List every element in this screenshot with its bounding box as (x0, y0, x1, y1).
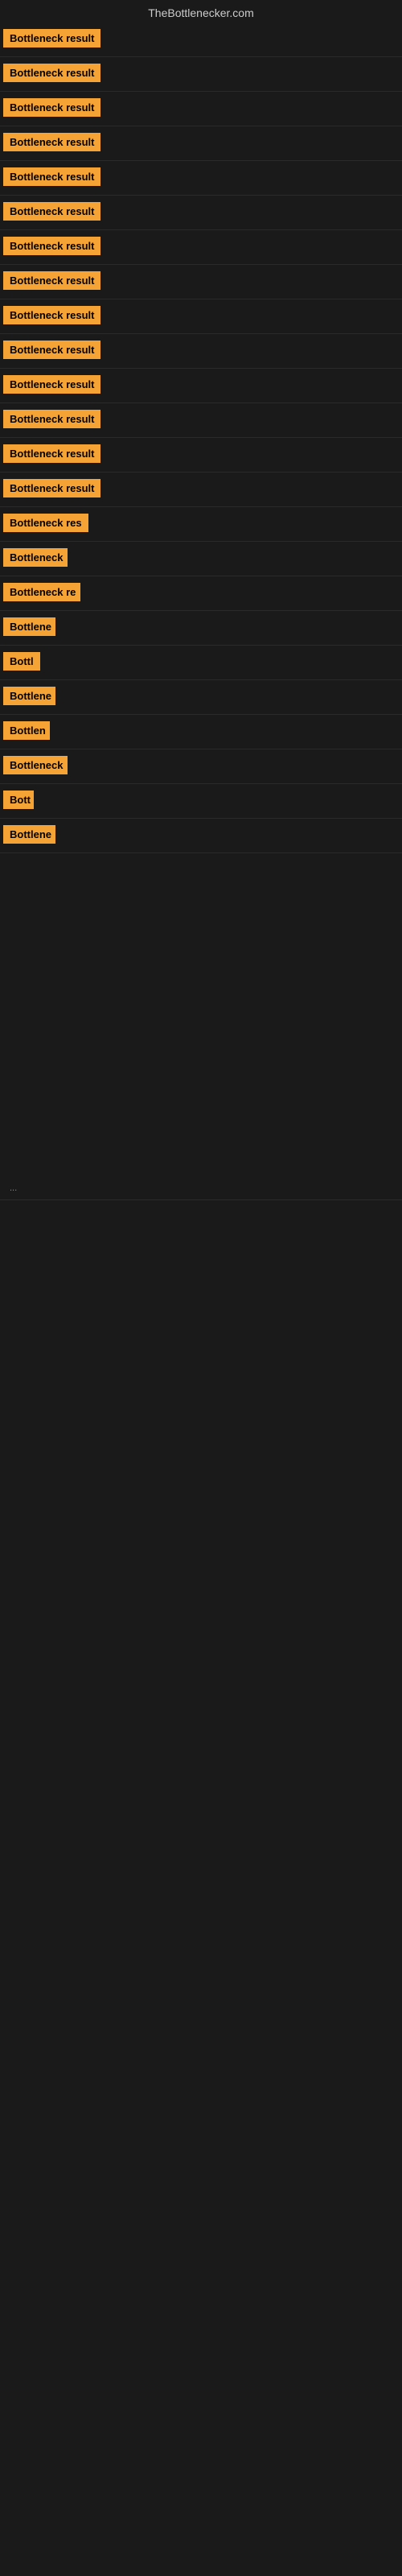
bottleneck-result-badge[interactable]: Bottleneck result (3, 375, 100, 394)
bottleneck-result-badge[interactable]: Bottlene (3, 687, 55, 705)
bottleneck-result-badge[interactable]: Bottlene (3, 617, 55, 636)
bottleneck-result-badge[interactable]: Bottleneck result (3, 444, 100, 463)
list-item: Bottl (0, 646, 402, 680)
list-item: Bottleneck result (0, 161, 402, 196)
list-item: Bottleneck (0, 542, 402, 576)
bottleneck-result-badge[interactable]: Bottleneck (3, 756, 68, 774)
list-item: Bottleneck result (0, 403, 402, 438)
bottleneck-result-badge[interactable]: Bottleneck result (3, 341, 100, 359)
list-item: Bottlene (0, 611, 402, 646)
rows-container: Bottleneck result Bottleneck result Bottle… (0, 23, 402, 853)
bottleneck-result-badge[interactable]: Bottleneck res (3, 514, 88, 532)
bottleneck-result-badge[interactable]: Bottleneck result (3, 271, 100, 290)
list-item: Bottleneck re (0, 576, 402, 611)
list-item: Bottleneck result (0, 299, 402, 334)
bottleneck-result-badge[interactable]: Bottl (3, 652, 40, 671)
list-item: Bottlene (0, 819, 402, 853)
list-item: Bottlen (0, 715, 402, 749)
list-item: Bottleneck result (0, 473, 402, 507)
site-header: TheBottlenecker.com (0, 0, 402, 23)
bottleneck-result-badge[interactable]: Bottleneck result (3, 167, 100, 186)
list-item: Bottleneck result (0, 196, 402, 230)
list-item: Bottleneck result (0, 438, 402, 473)
ellipsis-text: ... (3, 1179, 23, 1198)
list-item: Bott (0, 784, 402, 819)
bottleneck-result-badge[interactable]: Bottleneck result (3, 98, 100, 117)
bottleneck-result-badge[interactable]: Bottleneck result (3, 479, 100, 497)
list-item: Bottlene (0, 680, 402, 715)
list-item: Bottleneck result (0, 23, 402, 57)
bottleneck-result-badge[interactable]: Bottleneck result (3, 237, 100, 255)
bottleneck-result-badge[interactable]: Bottleneck result (3, 133, 100, 151)
bottleneck-result-badge[interactable]: Bottleneck result (3, 410, 100, 428)
bottleneck-result-badge[interactable]: Bottleneck re (3, 583, 80, 601)
list-item: Bottleneck result (0, 57, 402, 92)
list-item: Bottleneck (0, 749, 402, 784)
bottleneck-result-badge[interactable]: Bott (3, 791, 34, 809)
list-item: Bottleneck res (0, 507, 402, 542)
bottleneck-result-badge[interactable]: Bottleneck (3, 548, 68, 567)
bottleneck-result-badge[interactable]: Bottleneck result (3, 64, 100, 82)
list-item: Bottleneck result (0, 334, 402, 369)
bottleneck-result-badge[interactable]: Bottleneck result (3, 202, 100, 221)
site-title: TheBottlenecker.com (148, 6, 254, 19)
bottleneck-result-badge[interactable]: Bottlen (3, 721, 50, 740)
list-item: Bottleneck result (0, 92, 402, 126)
bottleneck-result-badge[interactable]: Bottleneck result (3, 306, 100, 324)
list-item: Bottleneck result (0, 369, 402, 403)
list-item: Bottleneck result (0, 126, 402, 161)
bottleneck-result-badge[interactable]: Bottleneck result (3, 29, 100, 47)
list-item: Bottleneck result (0, 265, 402, 299)
bottleneck-result-badge[interactable]: Bottlene (3, 825, 55, 844)
list-item: Bottleneck result (0, 230, 402, 265)
